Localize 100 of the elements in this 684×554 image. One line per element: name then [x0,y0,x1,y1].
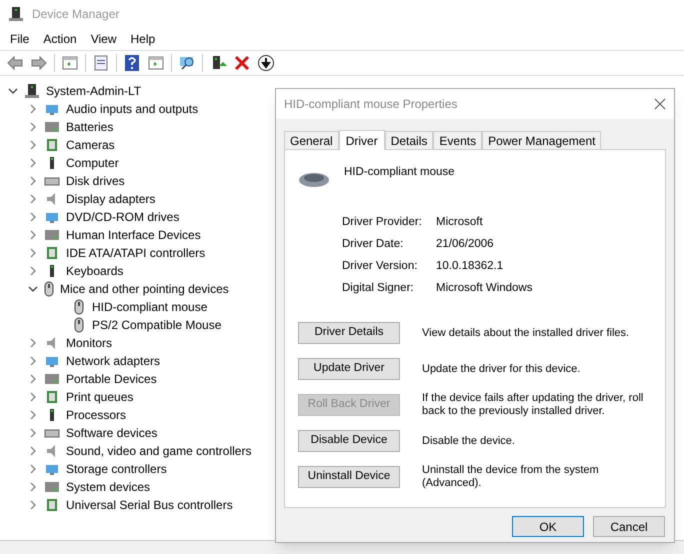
property-label: Driver Date: [342,236,404,252]
dialog-title: HID-compliant mouse Properties [284,96,458,113]
mouse-icon [74,299,84,315]
device-icon [44,497,60,513]
property-value: 10.0.18362.1 [436,258,504,274]
chevron-down-icon[interactable] [8,86,18,96]
tree-item[interactable]: IDE ATA/ATAPI controllers [66,244,206,262]
tree-item[interactable]: Cameras [66,136,115,154]
device-icon [44,137,60,153]
computer-tower-icon [24,83,40,99]
action-button[interactable]: Update Driver [298,358,400,380]
device-icon [44,371,60,387]
tree-item[interactable]: DVD/CD-ROM drives [66,208,180,226]
tree-item[interactable]: System-Admin-LT [46,82,142,100]
computer-tower-icon [8,6,24,22]
tree-item[interactable]: Print queues [66,388,134,406]
tree-item[interactable]: Storage controllers [66,460,167,478]
tree-item[interactable]: Monitors [66,334,112,352]
property-value: Microsoft Windows [436,280,532,296]
device-icon [44,245,60,261]
tree-item[interactable]: Human Interface Devices [66,226,201,244]
forward-arrow-icon[interactable] [30,54,48,72]
tree-item[interactable]: System devices [66,478,150,496]
chevron-right-icon[interactable] [28,248,38,258]
tree-item[interactable]: Batteries [66,118,114,136]
chevron-right-icon[interactable] [28,266,38,276]
chevron-right-icon[interactable] [28,410,38,420]
action-description: Update the driver for this device. [422,362,582,376]
chevron-right-icon[interactable] [28,230,38,240]
download-icon[interactable] [257,54,275,72]
tree-item[interactable]: Processors [66,406,126,424]
device-icon [44,119,60,135]
menu-item[interactable]: Action [39,30,81,48]
chevron-right-icon[interactable] [28,104,38,114]
tree-item[interactable]: Display adapters [66,190,156,208]
chevron-right-icon[interactable] [28,428,38,438]
tree-item[interactable]: Portable Devices [66,370,157,388]
action-description: If the device fails after updating the driver, roll back to the previously installed driver. [422,392,644,418]
action-button[interactable]: Disable Device [298,430,400,452]
chevron-right-icon[interactable] [28,482,38,492]
action-button[interactable]: Uninstall Device [298,466,400,488]
property-label: Driver Provider: [342,214,423,230]
property-label: Driver Version: [342,258,418,274]
property-label: Digital Signer: [342,280,415,296]
window-title: Device Manager [32,6,120,23]
chevron-right-icon[interactable] [28,194,38,204]
chevron-right-icon[interactable] [28,140,38,150]
tree-item[interactable]: Universal Serial Bus controllers [66,496,233,514]
device-name: HID-compliant mouse [344,165,455,180]
property-value: Microsoft [436,214,483,230]
back-arrow-icon[interactable] [6,54,24,72]
chevron-right-icon[interactable] [28,500,38,510]
action-description: Uninstall the device from the system (Advanced). [422,464,600,490]
dialog-button[interactable]: Cancel [593,516,665,537]
action-description: Disable the device. [422,434,516,448]
tree-item[interactable]: Network adapters [66,352,160,370]
property-value: 21/06/2006 [436,236,494,252]
action-button[interactable]: Driver Details [298,322,400,344]
tree-item[interactable]: HID-compliant mouse [92,298,208,316]
tree-item[interactable]: Keyboards [66,262,124,280]
tree-item[interactable]: Audio inputs and outputs [66,100,198,118]
tab[interactable]: Details [384,131,434,149]
menu-item[interactable]: Help [126,30,160,48]
tree-item[interactable]: Disk drives [66,172,125,190]
chevron-right-icon[interactable] [28,158,38,168]
action-description: View details about the installed driver files. [422,326,630,340]
chevron-right-icon[interactable] [28,374,38,384]
chevron-right-icon[interactable] [28,122,38,132]
tree-item[interactable]: Sound, video and game controllers [66,442,252,460]
chevron-right-icon[interactable] [28,356,38,366]
menu-item[interactable]: View [86,30,120,48]
help-icon[interactable] [123,54,141,72]
chevron-right-icon[interactable] [28,338,38,348]
mouse-icon [44,281,54,297]
tab[interactable]: General [284,131,339,149]
menu-item[interactable]: File [6,30,34,48]
tree-item[interactable]: Software devices [66,424,158,442]
window-panel-icon[interactable] [147,54,165,72]
close-icon[interactable] [233,54,251,72]
tab[interactable]: Driver [338,130,385,150]
chevron-right-icon[interactable] [28,464,38,474]
tab[interactable]: Events [433,131,482,149]
tree-item[interactable]: PS/2 Compatible Mouse [92,316,222,334]
close-icon[interactable] [654,98,666,110]
device-icon [44,389,60,405]
dialog-button[interactable]: OK [512,516,584,537]
chevron-right-icon[interactable] [28,212,38,222]
tree-item[interactable]: Mice and other pointing devices [60,280,229,298]
tab[interactable]: Power Management [482,131,602,149]
chevron-right-icon[interactable] [28,392,38,402]
mouse-icon [74,317,84,333]
chevron-right-icon[interactable] [28,176,38,186]
device-icon [44,479,60,495]
document-icon[interactable] [92,54,110,72]
window-panel-icon[interactable] [61,54,79,72]
monitor-search-icon[interactable] [178,54,196,72]
chevron-down-icon[interactable] [28,284,38,294]
device-icon [44,227,60,243]
tree-item[interactable]: Computer [66,154,119,172]
chevron-right-icon[interactable] [28,446,38,456]
